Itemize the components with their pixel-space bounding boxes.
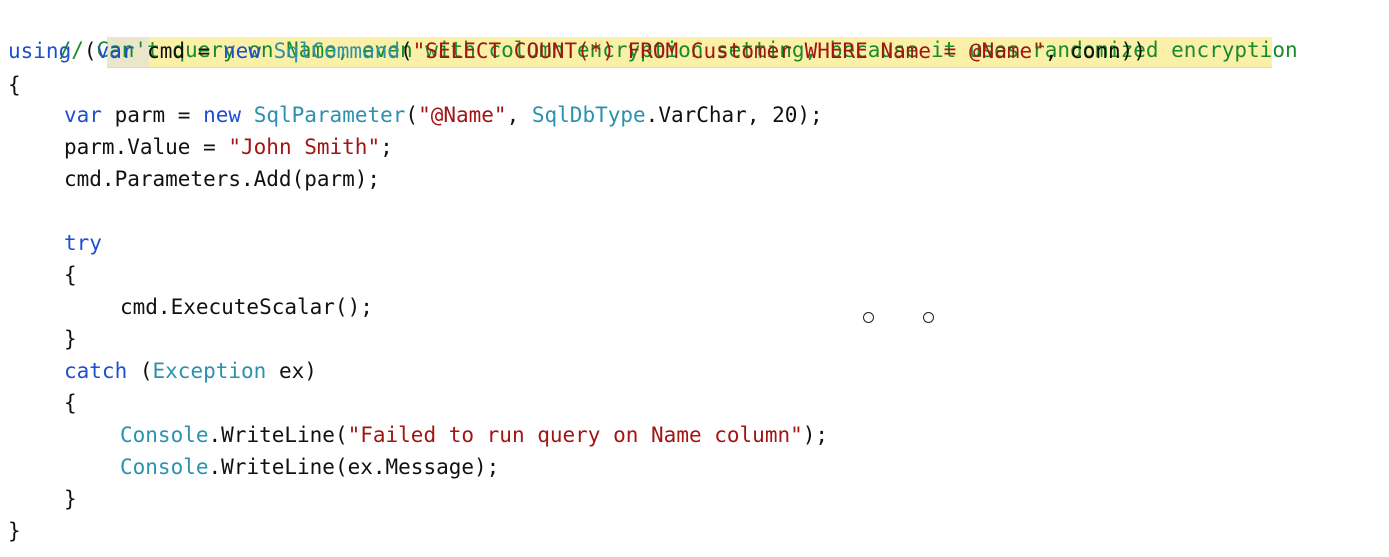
code-token: cmd.ExecuteScalar();: [120, 295, 373, 319]
code-line-16[interactable]: }: [8, 483, 77, 515]
circle-marker: [863, 312, 874, 323]
code-line-17[interactable]: }: [8, 515, 21, 547]
type-console: Console: [120, 455, 209, 479]
code-editor[interactable]: // Can't query on Name, even with column…: [0, 0, 1389, 557]
string-message: "Failed to run query on Name column": [347, 423, 803, 447]
code-token: .VarChar, 20);: [645, 103, 823, 127]
keyword-var: var: [96, 39, 135, 63]
code-token: cmd.Parameters.Add(parm);: [64, 167, 381, 191]
code-token: (: [127, 359, 153, 383]
type-console: Console: [120, 423, 209, 447]
code-token: ,: [506, 103, 532, 127]
code-line-10[interactable]: cmd.ExecuteScalar();: [8, 291, 373, 323]
keyword-var: var: [64, 103, 102, 127]
code-line-6[interactable]: cmd.Parameters.Add(parm);: [8, 163, 380, 195]
code-token: , conn)): [1044, 39, 1146, 63]
brace: }: [64, 327, 77, 351]
keyword-try: try: [64, 231, 102, 255]
circle-marker: [923, 312, 934, 323]
code-token: .WriteLine(ex.Message);: [208, 455, 500, 479]
code-line-1[interactable]: // Can't query on Name, even with column…: [8, 2, 1298, 62]
code-token: );: [802, 423, 829, 447]
brace: }: [64, 487, 77, 511]
brace: {: [8, 73, 21, 97]
code-line-8[interactable]: try: [8, 227, 102, 259]
code-line-12[interactable]: catch (Exception ex): [8, 355, 317, 387]
type-sqlcommand: SqlCommand: [273, 39, 400, 63]
keyword-new: new: [203, 103, 242, 127]
code-line-9[interactable]: {: [8, 259, 77, 291]
string-param-name: "@Name": [418, 103, 507, 127]
type-sqldbtype: SqlDbType: [531, 103, 646, 127]
code-token: ex): [266, 359, 317, 383]
code-token: (: [405, 103, 419, 127]
type-exception: Exception: [152, 359, 267, 383]
brace: {: [64, 391, 77, 415]
keyword-catch: catch: [64, 359, 128, 383]
code-line-14[interactable]: Console.WriteLine("Failed to run query o…: [8, 419, 828, 451]
brace: }: [8, 519, 21, 543]
brace: {: [64, 263, 77, 287]
keyword-using: using: [8, 39, 72, 63]
code-token: cmd =: [134, 39, 223, 63]
code-line-15[interactable]: Console.WriteLine(ex.Message);: [8, 451, 499, 483]
string-sql: "SELECT COUNT(*) FROM Customer WHERE Nam…: [412, 39, 1045, 63]
code-line-5[interactable]: parm.Value = "John Smith";: [8, 131, 393, 163]
code-token: parm.Value =: [64, 135, 229, 159]
code-token: parm =: [101, 103, 204, 127]
code-line-3[interactable]: {: [8, 69, 21, 101]
code-token: ;: [380, 135, 393, 159]
code-token: .WriteLine(: [208, 423, 348, 447]
code-line-2[interactable]: using (var cmd = new SqlCommand("SELECT …: [8, 35, 1146, 67]
keyword-new: new: [222, 39, 261, 63]
code-token: (: [400, 39, 413, 63]
string-value: "John Smith": [228, 135, 381, 159]
code-token: (: [71, 39, 97, 63]
type-sqlparameter: SqlParameter: [253, 103, 406, 127]
code-line-11[interactable]: }: [8, 323, 77, 355]
code-line-4[interactable]: var parm = new SqlParameter("@Name", Sql…: [8, 99, 823, 131]
code-line-13[interactable]: {: [8, 387, 77, 419]
